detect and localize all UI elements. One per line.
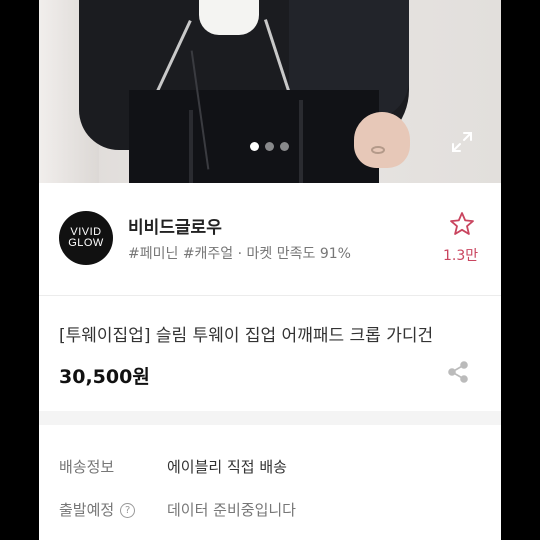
- share-icon[interactable]: [447, 361, 469, 383]
- app-screen: VIVID GLOW 비비드글로우 #페미닌 #캐주얼 · 마켓 만족도 91%…: [0, 0, 540, 540]
- carousel-dot-active[interactable]: [250, 142, 259, 151]
- divider: [39, 295, 501, 296]
- carousel-indicator: [250, 142, 289, 151]
- logo-text-bottom: GLOW: [68, 237, 104, 249]
- like-count: 1.3만: [443, 248, 479, 264]
- product-price: 30,500원: [59, 366, 150, 388]
- departure-label: 출발예정: [59, 501, 115, 519]
- expand-icon[interactable]: [451, 131, 473, 153]
- departure-row-label: 출발예정?: [59, 499, 136, 520]
- section-gap: [39, 411, 501, 425]
- carousel-dot[interactable]: [265, 142, 274, 151]
- seller-logo[interactable]: VIVID GLOW: [59, 211, 113, 265]
- seller-tags: #페미닌 #캐주얼 · 마켓 만족도 91%: [128, 246, 351, 262]
- help-icon[interactable]: ?: [120, 503, 136, 518]
- pants-image: [129, 90, 379, 183]
- seller-row[interactable]: VIVID GLOW 비비드글로우 #페미닌 #캐주얼 · 마켓 만족도 91%…: [39, 183, 501, 295]
- shipping-label: 배송정보: [59, 458, 115, 476]
- hand-image: [354, 112, 410, 168]
- product-image-carousel[interactable]: [39, 0, 501, 183]
- seller-name[interactable]: 비비드글로우: [128, 213, 222, 238]
- shipping-value: 에이블리 직접 배송: [167, 458, 287, 476]
- carousel-dot[interactable]: [280, 142, 289, 151]
- star-icon[interactable]: [449, 211, 475, 237]
- product-detail: VIVID GLOW 비비드글로우 #페미닌 #캐주얼 · 마켓 만족도 91%…: [39, 0, 501, 540]
- departure-value: 데이터 준비중입니다: [167, 501, 296, 519]
- product-title: [투웨이집업] 슬림 투웨이 집업 어깨패드 크롭 가디건: [59, 326, 434, 346]
